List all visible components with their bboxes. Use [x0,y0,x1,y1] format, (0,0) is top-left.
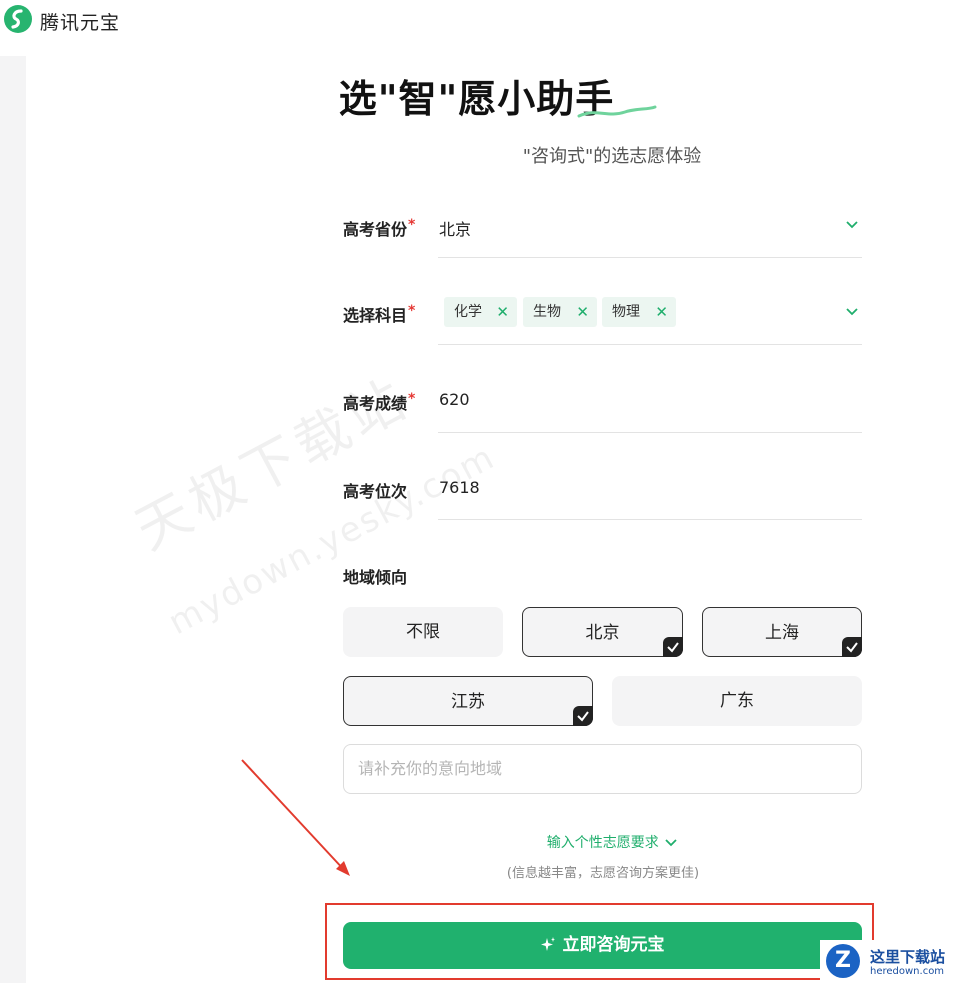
consult-submit-button[interactable]: 立即咨询元宝 [343,922,862,969]
field-underline [438,344,862,345]
consult-submit-label: 立即咨询元宝 [562,935,665,955]
app-name: 腾讯元宝 [40,12,121,34]
remove-tag-icon[interactable]: ✕ [496,297,509,327]
required-mark: * [408,391,416,407]
subject-tag[interactable]: 物理 ✕ [602,297,676,327]
region-supplement-field[interactable] [343,744,862,794]
province-label: 高考省份* [343,216,415,240]
score-label: 高考成绩* [343,390,415,414]
page-title: 选"智"愿小助手 [338,77,615,121]
subject-tag-label: 化学 [454,304,482,320]
province-field[interactable]: 高考省份* 北京 [343,210,863,270]
field-underline [438,432,862,433]
region-option-label: 北京 [585,623,620,643]
field-underline [438,519,862,520]
rank-label: 高考位次 [343,482,408,501]
region-option-shanghai[interactable]: 上海 [702,607,862,657]
region-option-label: 广东 [720,691,754,711]
province-value[interactable]: 北京 [439,216,471,240]
subject-tag-label: 物理 [612,304,640,320]
personal-requirements-toggle[interactable]: 输入个性志愿要求 [0,832,953,852]
page-subtitle: "咨询式"的选志愿体验 [522,146,702,167]
title-underline-decoration [577,105,657,118]
required-mark: * [408,303,416,319]
province-label-text: 高考省份 [343,220,408,239]
region-option-label: 不限 [406,622,440,642]
remove-tag-icon[interactable]: ✕ [655,297,668,327]
region-option-beijing[interactable]: 北京 [522,607,683,657]
check-icon [663,637,683,657]
yuanbao-logo-icon[interactable] [4,5,32,33]
score-input[interactable]: 620 [439,390,470,409]
region-option-label: 上海 [765,623,799,643]
region-label: 地域倾向 [343,568,408,587]
annotation-arrow [241,759,350,876]
chevron-down-icon[interactable] [845,218,859,232]
required-mark: * [408,217,416,233]
chevron-down-icon [665,839,677,847]
check-icon [842,637,862,657]
subjects-field[interactable]: 选择科目* 化学 ✕ 生物 ✕ 物理 ✕ [343,297,863,357]
field-underline [438,257,862,258]
corner-watermark: Z 这里下载站 heredown.com [820,940,953,983]
region-option-jiangsu[interactable]: 江苏 [343,676,593,726]
personal-requirements-label: 输入个性志愿要求 [546,835,659,851]
region-option-unlimited[interactable]: 不限 [343,607,503,657]
score-field[interactable]: 高考成绩* 620 [343,384,863,444]
remove-tag-icon[interactable]: ✕ [576,297,589,327]
top-bar: 腾讯元宝 [0,0,953,56]
subjects-label: 选择科目* [343,302,415,326]
corner-watermark-title: 这里下载站 [870,948,946,966]
subject-tag-label: 生物 [533,304,561,320]
corner-watermark-url: heredown.com [870,966,945,977]
rank-field[interactable]: 高考位次 7618 [343,472,863,532]
subjects-label-text: 选择科目 [343,306,408,325]
subject-tag[interactable]: 化学 ✕ [444,297,517,327]
info-hint: (信息越丰富，志愿咨询方案更佳) [506,866,700,881]
region-option-label: 江苏 [451,692,485,712]
check-icon [573,706,593,726]
score-label-text: 高考成绩 [343,394,408,413]
region-supplement-input[interactable] [356,758,850,779]
chevron-down-icon[interactable] [845,305,859,319]
corner-watermark-logo: Z [826,944,860,978]
rank-input[interactable]: 7618 [439,478,480,497]
region-option-guangdong[interactable]: 广东 [612,676,862,726]
sparkle-icon [540,937,555,951]
subject-tag[interactable]: 生物 ✕ [523,297,597,327]
